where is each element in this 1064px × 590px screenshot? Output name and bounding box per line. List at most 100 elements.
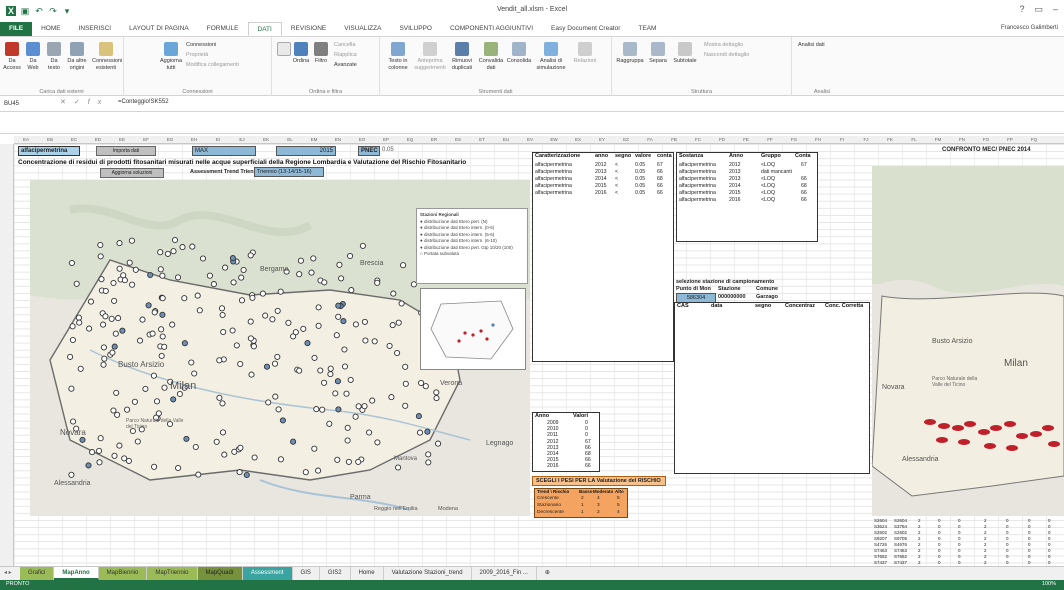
table-cell[interactable]: 2013 [547,445,559,451]
table-cell[interactable]: 2015 [729,190,741,196]
formula-bar-expanded[interactable] [0,112,1064,134]
station-marker[interactable] [348,287,355,294]
table-cell[interactable]: 2 [918,554,921,559]
table-cell[interactable]: 4 [617,510,620,515]
column-headers[interactable]: EA EB EC ED EE EF EG EH EI EJ EK EL EM EN EO EP EQ ER ES ET… [14,136,1064,144]
table-cell[interactable]: 68 [801,183,807,189]
table-cell[interactable]: 67 [585,439,591,445]
table-cell[interactable]: 0 [1028,536,1031,541]
column-header[interactable]: EB [38,137,62,142]
station-marker[interactable] [334,456,341,463]
station-marker[interactable] [341,346,348,353]
table-cell[interactable]: 0 [958,530,961,535]
update-solutions-button[interactable]: Aggiorna soluzioni [100,168,164,178]
table-cell[interactable]: 0.05 [635,190,645,196]
tab-visualizza[interactable]: VISUALIZZA [335,22,390,36]
column-header[interactable]: FI [830,137,854,142]
table-cell[interactable]: 66 [657,169,663,175]
station-marker[interactable] [128,237,135,244]
overview-minimap[interactable] [420,288,526,370]
table-cell[interactable]: 0 [1006,518,1009,523]
properties-button[interactable]: Proprietà [186,52,208,58]
station-marker[interactable] [355,458,362,465]
table-cell[interactable]: 0 [1048,560,1051,565]
station-marker[interactable] [402,363,409,370]
table-cell[interactable]: 2016 [595,190,607,196]
what-if-button[interactable]: Analisi di simulazione [534,42,568,72]
tab-easy-document[interactable]: Easy Document Creator [542,22,629,36]
tab-inserisci[interactable]: INSERISCI [70,22,121,36]
station-marker[interactable] [157,266,164,273]
column-header[interactable]: EX [566,137,590,142]
help-icon[interactable]: ? [1019,4,1024,15]
table-cell[interactable]: 0 [938,530,941,535]
station-marker[interactable] [251,454,258,461]
station-marker[interactable] [89,449,96,456]
table-cell[interactable]: 0 [958,542,961,547]
table-cell[interactable]: 2 [918,524,921,529]
table-cell[interactable]: 0 [585,420,588,426]
table-cell[interactable]: 2016 [547,463,559,469]
station-marker[interactable] [161,343,168,350]
column-header[interactable]: EW [542,137,566,142]
station-marker[interactable] [344,437,351,444]
risk-marker[interactable] [984,443,996,449]
station-marker[interactable] [243,471,250,479]
station-marker[interactable] [115,315,122,322]
formula-input[interactable]: =Conteggio!SK552 [118,99,169,105]
table-cell[interactable]: 2013 [595,169,607,175]
table-cell[interactable]: 66 [801,197,807,203]
station-marker[interactable] [344,424,351,431]
station-marker[interactable] [97,435,104,442]
station-marker[interactable] [213,438,220,445]
comune-value[interactable]: Garzago [756,293,778,301]
station-marker[interactable] [374,439,381,446]
column-header[interactable]: EJ [230,137,254,142]
table-cell[interactable]: 2009 [547,420,559,426]
column-header[interactable]: EY [590,137,614,142]
tab-team[interactable]: TEAM [629,22,665,36]
station-marker[interactable] [153,398,161,405]
risk-marker[interactable] [990,425,1002,431]
station-marker[interactable] [210,281,217,288]
enter-icon[interactable]: ✓ [74,99,88,106]
risk-marker[interactable] [1030,431,1042,437]
station-marker[interactable] [333,332,340,339]
station-marker[interactable] [87,298,95,305]
column-header[interactable]: EQ [398,137,422,142]
table-cell[interactable]: 2014 [595,176,607,182]
station-marker[interactable] [100,344,107,351]
column-header[interactable]: EF [134,137,158,142]
station-marker[interactable] [422,383,429,390]
station-marker[interactable] [73,280,80,287]
table-cell[interactable]: 66 [657,183,663,189]
station-marker[interactable] [327,365,334,372]
table-cell[interactable]: 0 [1048,542,1051,547]
sheet-tab-maptriennio[interactable]: MapTriennio [147,567,198,580]
station-marker[interactable] [231,448,238,455]
station-marker[interactable] [366,429,373,436]
station-marker[interactable] [389,322,396,329]
station-marker[interactable] [206,272,213,279]
station-marker[interactable] [102,313,109,320]
station-marker[interactable] [101,355,108,362]
station-marker[interactable] [67,353,74,360]
station-marker[interactable] [170,248,177,255]
station-marker[interactable] [416,429,424,436]
table-cell[interactable]: 0 [1006,530,1009,535]
table-cell[interactable]: 2012 [729,162,741,168]
group-button[interactable]: Raggruppa [616,42,644,65]
column-header[interactable]: FD [710,137,734,142]
column-header[interactable]: FQ [1022,137,1046,142]
station-marker[interactable] [159,272,166,279]
advanced-button[interactable]: Avanzate [334,62,357,68]
data-validation-button[interactable]: Convalida dati [478,42,504,72]
column-header[interactable]: FO [974,137,998,142]
table-cell[interactable]: S7437 [874,560,887,565]
table-cell[interactable]: 4 [597,496,600,501]
table-cell[interactable]: 2 [984,542,987,547]
risk-marker[interactable] [964,421,976,427]
table-cell[interactable]: 2 [984,560,987,565]
tab-dati[interactable]: DATI [247,22,282,36]
station-marker[interactable] [395,319,402,326]
